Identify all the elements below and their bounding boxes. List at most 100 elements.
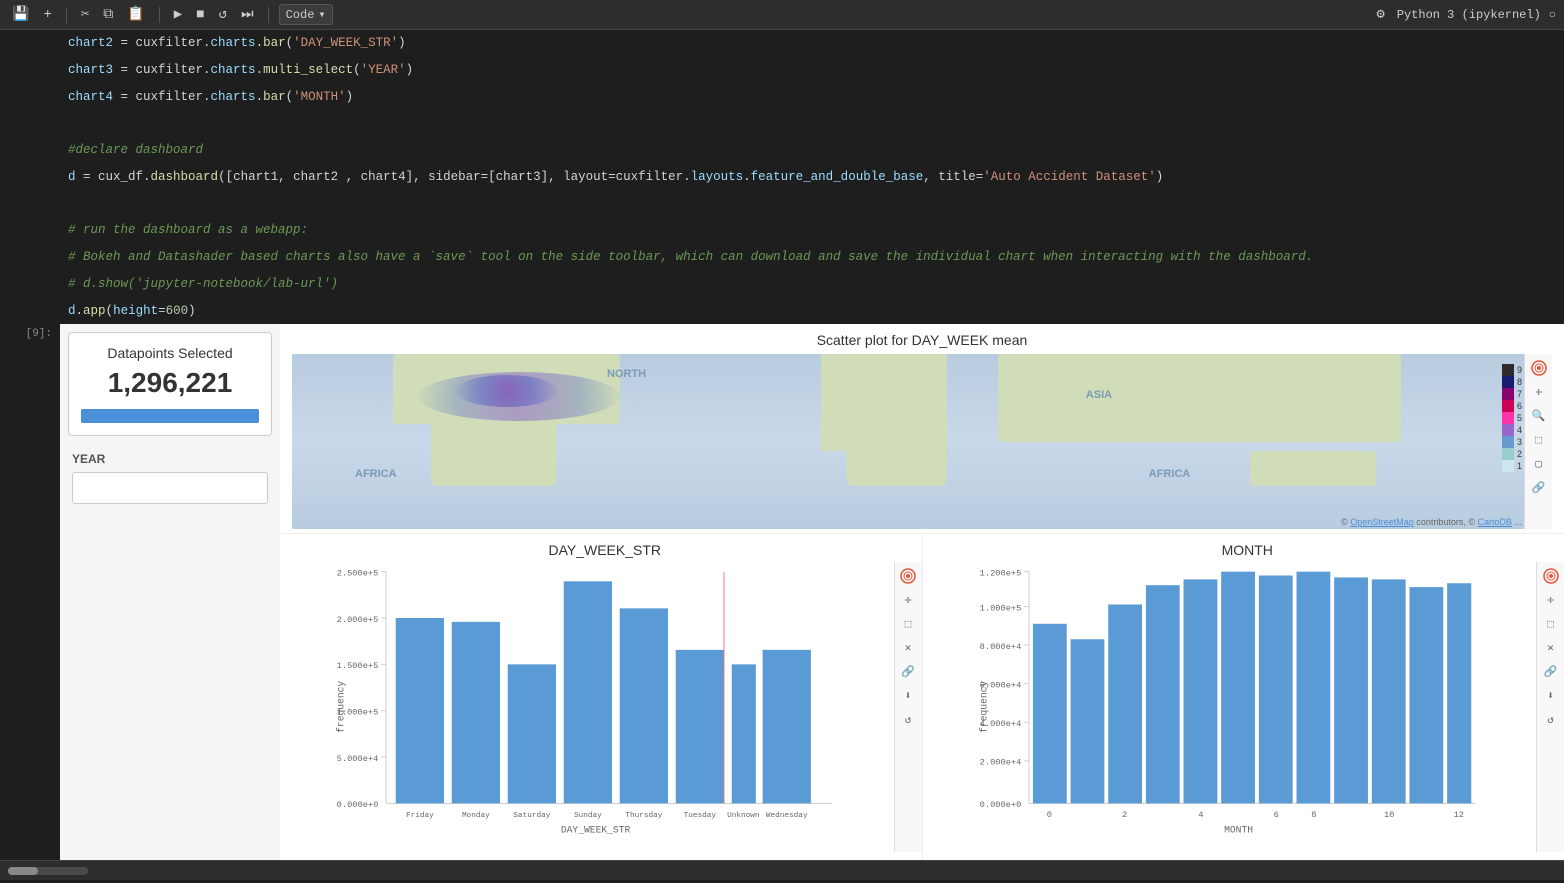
- year-filter: YEAR: [68, 448, 272, 508]
- cut-icon[interactable]: ✂: [77, 4, 93, 25]
- code-comment-dashboard: #declare dashboard: [60, 137, 1564, 164]
- datapoints-value: 1,296,221: [81, 367, 259, 399]
- status-bar: [0, 860, 1564, 880]
- dropdown-arrow-icon: ▾: [318, 7, 325, 22]
- code-cell: chart2 = cuxfilter.charts.bar('DAY_WEEK_…: [0, 30, 1564, 324]
- refresh-icon-3[interactable]: ↺: [1541, 710, 1561, 730]
- asia-land: [998, 354, 1401, 442]
- cell-gutter: [0, 30, 60, 324]
- scatter-panel: Scatter plot for DAY_WEEK mean: [280, 324, 1564, 534]
- color-legend: 9 8 7 6 5 4 3 2 1: [1502, 364, 1522, 472]
- save-icon[interactable]: 💾: [8, 4, 33, 25]
- kernel-status-icon: ○: [1549, 8, 1556, 22]
- bokeh-logo-icon-3: [1541, 566, 1561, 586]
- map-background: ASIA NORTH AFRICA AFRICA 9 8 7 6: [292, 354, 1552, 529]
- month-chart-title: MONTH: [931, 542, 1564, 558]
- scatter-title: Scatter plot for DAY_WEEK mean: [292, 332, 1552, 348]
- cell-code-content[interactable]: chart2 = cuxfilter.charts.bar('DAY_WEEK_…: [60, 30, 1564, 324]
- bar-saturday: [508, 665, 556, 804]
- svg-text:0: 0: [1046, 810, 1051, 820]
- south-america-land: [431, 416, 557, 486]
- wheel-zoom-icon[interactable]: 🔍: [1529, 406, 1549, 426]
- settings-icon[interactable]: ⚙: [1372, 4, 1388, 25]
- code-line-1: chart2 = cuxfilter.charts.bar('DAY_WEEK_…: [60, 30, 1564, 57]
- cell-type-label: Code: [286, 8, 315, 22]
- bokeh-logo-icon: [1529, 358, 1549, 378]
- month-chart-area: 1.200e+5 1.000e+5 8.000e+4 6.000e+4 4.00…: [931, 562, 1537, 842]
- svg-text:0.000e+0: 0.000e+0: [337, 800, 379, 810]
- run-icon[interactable]: ▶: [170, 4, 186, 25]
- day-week-chart-panel: DAY_WEEK_STR 2.500e+5: [280, 534, 922, 860]
- refresh-icon[interactable]: ↺: [898, 710, 918, 730]
- svg-text:Thursday: Thursday: [625, 812, 662, 820]
- day-week-chart-title: DAY_WEEK_STR: [288, 542, 922, 558]
- svg-text:5.000e+4: 5.000e+4: [337, 754, 379, 764]
- australia-land: [1250, 451, 1376, 486]
- svg-text:Friday: Friday: [406, 812, 434, 820]
- pan-icon[interactable]: ✛: [1529, 382, 1549, 402]
- bar-unknown: [732, 665, 756, 804]
- bar-wednesday: [763, 650, 811, 804]
- sidebar-panel: Datapoints Selected 1,296,221 YEAR: [60, 324, 280, 860]
- box-select-icon[interactable]: ▢: [1529, 454, 1549, 474]
- us-dense-cluster: [456, 375, 557, 407]
- bar-monday: [452, 622, 500, 804]
- copy-icon[interactable]: ⧉: [99, 5, 117, 25]
- xbox-select-icon[interactable]: ✕: [898, 638, 918, 658]
- svg-text:2.000e+4: 2.000e+4: [979, 758, 1021, 768]
- add-cell-icon[interactable]: +: [39, 5, 55, 25]
- year-filter-label: YEAR: [72, 452, 268, 466]
- svg-text:10: 10: [1383, 810, 1393, 820]
- pan-icon-2[interactable]: ✛: [898, 590, 918, 610]
- restart-icon[interactable]: ↺: [215, 4, 231, 25]
- month-svg: 1.200e+5 1.000e+5 8.000e+4 6.000e+4 4.00…: [931, 562, 1537, 842]
- jupyter-toolbar: 💾 + ✂ ⧉ 📋 ▶ ■ ↺ ⏭ Code ▾ ⚙ Python 3 (ipy…: [0, 0, 1564, 30]
- fast-forward-icon[interactable]: ⏭: [237, 5, 258, 25]
- month-bokeh-toolbar: ✛ ⬚ ✕ 🔗 ⬇ ↺: [1536, 562, 1564, 852]
- link-icon-2[interactable]: 🔗: [898, 662, 918, 682]
- datapoints-label: Datapoints Selected: [81, 345, 259, 361]
- box-zoom-icon-3[interactable]: ⬚: [1541, 614, 1561, 634]
- box-zoom-icon-2[interactable]: ⬚: [898, 614, 918, 634]
- code-line-dashboard: d = cux_df.dashboard([chart1, chart2 , c…: [60, 164, 1564, 191]
- scrollbar[interactable]: [8, 867, 88, 875]
- scrollbar-thumb[interactable]: [8, 867, 38, 875]
- stop-icon[interactable]: ■: [192, 5, 208, 25]
- download-icon-3[interactable]: ⬇: [1541, 686, 1561, 706]
- svg-text:1.200e+5: 1.200e+5: [979, 569, 1021, 579]
- xbox-select-icon-3[interactable]: ✕: [1541, 638, 1561, 658]
- day-week-svg: 2.500e+5 2.000e+5 1.500e+5 1.000e+5 5.00…: [288, 562, 894, 842]
- scatter-bokeh-toolbar: ✛ 🔍 ⬚ ▢ 🔗: [1524, 354, 1552, 529]
- code-blank-2: [60, 191, 1564, 218]
- svg-text:frequency: frequency: [978, 681, 989, 733]
- svg-text:12: 12: [1453, 810, 1463, 820]
- svg-text:MONTH: MONTH: [1224, 825, 1253, 836]
- svg-text:frequency: frequency: [336, 681, 347, 733]
- asia-label-right: ASIA: [1086, 389, 1112, 401]
- link-icon[interactable]: 🔗: [1529, 478, 1549, 498]
- svg-text:Sunday: Sunday: [574, 812, 602, 820]
- kernel-label: Python 3 (ipykernel): [1397, 8, 1541, 22]
- svg-text:2.000e+5: 2.000e+5: [337, 615, 379, 625]
- bokeh-logo-icon-2: [898, 566, 918, 586]
- svg-text:2: 2: [1122, 810, 1127, 820]
- code-comment-run: # run the dashboard as a webapp:: [60, 217, 1564, 244]
- datapoints-bar: [81, 409, 259, 423]
- africa-label-right: AFRICA: [1149, 468, 1191, 480]
- link-icon-3[interactable]: 🔗: [1541, 662, 1561, 682]
- africa-land: [846, 407, 947, 486]
- download-icon[interactable]: ⬇: [898, 686, 918, 706]
- svg-text:8.000e+4: 8.000e+4: [979, 642, 1021, 652]
- svg-text:Unknown: Unknown: [727, 812, 759, 820]
- code-blank-1: [60, 110, 1564, 137]
- paste-icon[interactable]: 📋: [123, 4, 148, 25]
- box-zoom-icon[interactable]: ⬚: [1529, 430, 1549, 450]
- output-cell-number: [9]:: [0, 324, 60, 860]
- pan-icon-3[interactable]: ✛: [1541, 590, 1561, 610]
- north-label: NORTH: [607, 368, 646, 380]
- map-credit: © OpenStreetMap contributors, © CartoDB …: [1341, 517, 1522, 527]
- bar-sunday: [564, 582, 612, 804]
- bottom-charts: DAY_WEEK_STR 2.500e+5: [280, 534, 1564, 860]
- year-input[interactable]: [72, 472, 268, 504]
- cell-type-dropdown[interactable]: Code ▾: [279, 4, 333, 25]
